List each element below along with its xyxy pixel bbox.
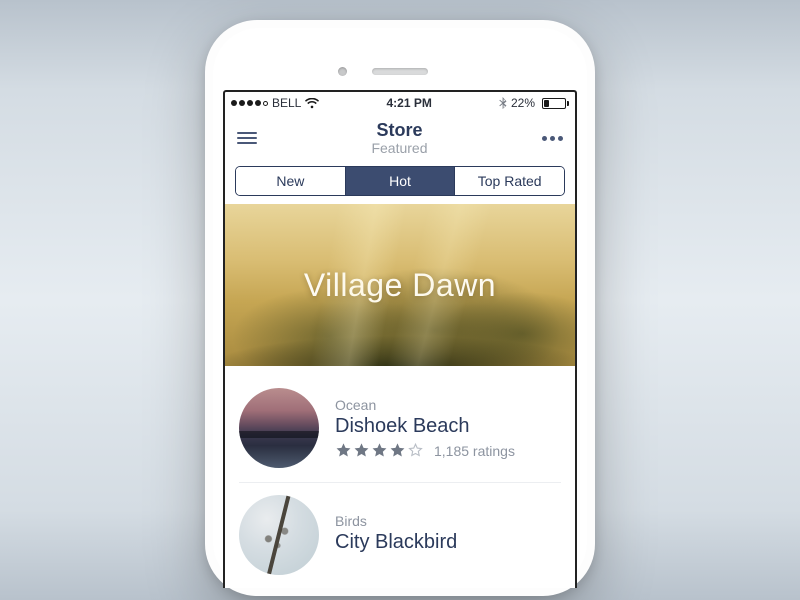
star-icon [389,442,406,459]
nav-bar: Store Featured [225,114,575,160]
star-icon [335,442,352,459]
battery-icon [539,98,569,109]
carrier-label: BELL [272,96,301,110]
status-bar: BELL 4:21 PM 22% [225,92,575,114]
more-icon[interactable] [542,136,563,141]
bluetooth-icon [499,97,507,110]
wifi-icon [305,98,319,109]
tab-top-rated[interactable]: Top Rated [455,167,564,195]
hero-banner[interactable]: Village Dawn [225,204,575,366]
nav-center: Store Featured [371,120,427,156]
item-category: Birds [335,513,561,529]
status-time: 4:21 PM [386,96,431,110]
star-rating [335,442,424,459]
star-empty-icon [407,442,424,459]
hero-title: Village Dawn [225,204,575,366]
menu-icon[interactable] [237,132,257,144]
page-subtitle: Featured [371,140,427,156]
item-meta: Ocean Dishoek Beach 1,185 ratings [335,397,561,459]
phone-camera [338,67,347,76]
screen: BELL 4:21 PM 22% [223,90,577,588]
item-title: Dishoek Beach [335,415,561,438]
item-list: Ocean Dishoek Beach 1,185 ratings [225,366,575,588]
status-left: BELL [231,96,319,110]
battery-pct: 22% [511,96,535,110]
rating-row: 1,185 ratings [335,442,561,459]
item-meta: Birds City Blackbird [335,513,561,558]
star-icon [371,442,388,459]
phone-speaker [372,68,428,75]
list-item[interactable]: Birds City Blackbird [239,483,561,588]
tab-new[interactable]: New [236,167,346,195]
ratings-count: 1,185 ratings [434,443,515,459]
tab-hot[interactable]: Hot [346,167,456,195]
status-right: 22% [499,96,569,110]
item-thumbnail [239,495,319,575]
page-title: Store [371,120,427,141]
item-category: Ocean [335,397,561,413]
signal-dots-icon [231,100,268,106]
list-item[interactable]: Ocean Dishoek Beach 1,185 ratings [239,376,561,483]
segmented-control: New Hot Top Rated [235,166,565,196]
star-icon [353,442,370,459]
item-title: City Blackbird [335,531,561,554]
phone-frame: BELL 4:21 PM 22% [205,20,595,596]
phone-inner: BELL 4:21 PM 22% [213,28,587,588]
item-thumbnail [239,388,319,468]
